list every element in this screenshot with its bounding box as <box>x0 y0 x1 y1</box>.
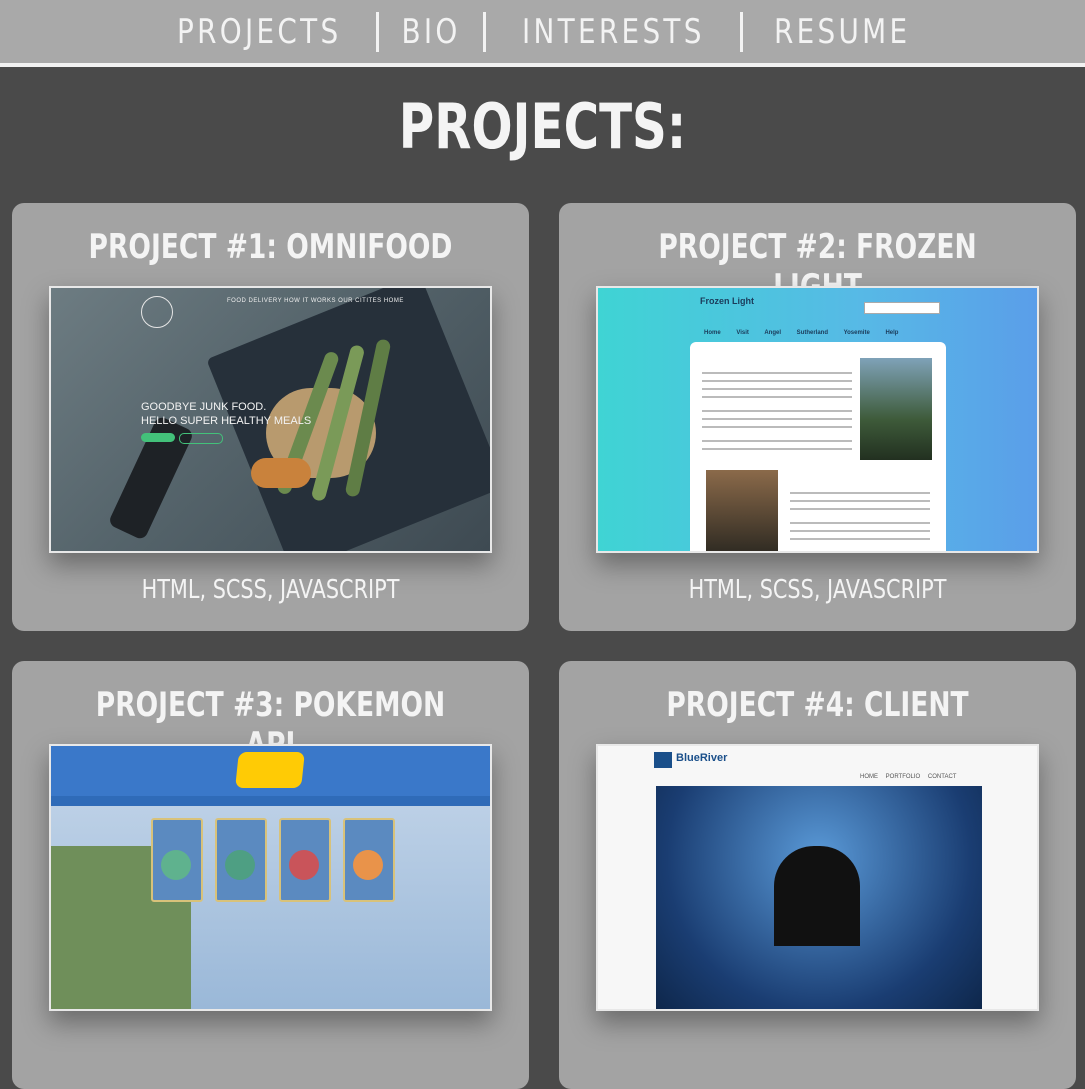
nav-divider <box>482 11 486 52</box>
pokemon-card <box>279 818 331 902</box>
top-nav: PROJECTS BIO INTERESTS RESUME <box>0 0 1085 67</box>
thumb-brand: BlueRiver <box>676 752 728 764</box>
bulbasaur-icon <box>161 850 191 880</box>
thumb-hero-text: GOODBYE JUNK FOOD. HELLO SUPER HEALTHY M… <box>141 400 311 428</box>
thumb-menu: FOOD DELIVERY HOW IT WORKS OUR CITITES H… <box>227 298 404 304</box>
project-tech: HTML, SCSS, JAVASCRIPT <box>141 575 400 605</box>
thumb-hero-line: HELLO SUPER HEALTHY MEALS <box>141 415 312 427</box>
project-thumbnail[interactable] <box>49 744 492 1011</box>
omnifood-logo-icon <box>141 296 173 328</box>
text-line <box>790 522 930 524</box>
nav-projects[interactable]: PROJECTS <box>175 12 343 52</box>
nav-divider <box>375 11 379 52</box>
thumb-button <box>141 433 175 442</box>
page-title: PROJECTS: <box>398 90 687 163</box>
project-thumbnail[interactable]: Frozen Light Home Visit Angel Sutherland… <box>596 286 1039 553</box>
project-title: PROJECT #1: OMNIFOOD <box>88 227 453 267</box>
thumb-tabs: Home Visit Angel Sutherland Yosemite Hel… <box>704 330 899 336</box>
nav-bio[interactable]: BIO <box>399 12 461 52</box>
text-line <box>702 440 852 442</box>
text-line <box>790 500 930 502</box>
text-line <box>702 418 852 420</box>
thumb-header: Frozen Light <box>700 296 754 306</box>
carrot-shape <box>251 458 311 488</box>
nav-divider <box>740 11 744 52</box>
venusaur-icon <box>289 850 319 880</box>
text-line <box>790 538 930 540</box>
waterfall-image <box>706 470 778 551</box>
thumb-button <box>179 433 223 444</box>
text-line <box>702 372 852 374</box>
text-line <box>790 530 930 532</box>
project-card-3: PROJECT #3: POKEMON API <box>12 661 529 1089</box>
nav-interests[interactable]: INTERESTS <box>520 12 706 52</box>
thumb-hero-line: GOODBYE JUNK FOOD. <box>141 401 267 413</box>
pokemon-card <box>343 818 395 902</box>
nav-resume[interactable]: RESUME <box>773 12 913 52</box>
project-tech: HTML, SCSS, JAVASCRIPT <box>688 575 947 605</box>
text-line <box>702 396 852 398</box>
pokemon-card <box>215 818 267 902</box>
text-line <box>702 448 852 450</box>
project-card-1: PROJECT #1: OMNIFOOD FOOD DELIVERY HOW I… <box>12 203 529 631</box>
ivysaur-icon <box>225 850 255 880</box>
project-thumbnail[interactable]: FOOD DELIVERY HOW IT WORKS OUR CITITES H… <box>49 286 492 553</box>
thumb-menu: HOME PORTFOLIO CONTACT <box>860 774 957 780</box>
project-thumbnail[interactable]: BlueRiver HOME PORTFOLIO CONTACT <box>596 744 1039 1011</box>
text-line <box>790 492 930 494</box>
pokemon-logo-icon <box>235 752 305 788</box>
blueriver-logo-icon <box>654 752 672 768</box>
person-silhouette <box>774 846 860 946</box>
pokemon-card <box>151 818 203 902</box>
thumb-search <box>864 302 940 314</box>
text-line <box>702 380 852 382</box>
thumb-menu <box>51 796 490 806</box>
text-line <box>702 410 852 412</box>
text-line <box>702 426 852 428</box>
charmander-icon <box>353 850 383 880</box>
project-card-2: PROJECT #2: FROZEN LIGHT Frozen Light Ho… <box>559 203 1076 631</box>
text-line <box>702 388 852 390</box>
project-title: PROJECT #4: CLIENT <box>666 685 969 725</box>
waterfall-image <box>860 358 932 460</box>
project-card-4: PROJECT #4: CLIENT BlueRiver HOME PORTFO… <box>559 661 1076 1089</box>
text-line <box>790 508 930 510</box>
